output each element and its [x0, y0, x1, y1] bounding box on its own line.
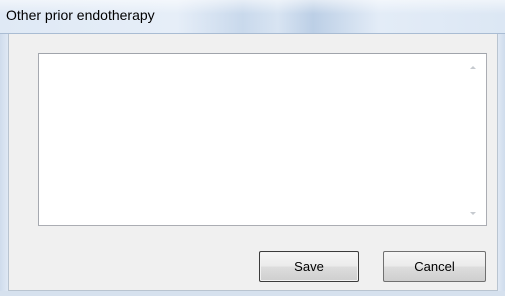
notes-textarea[interactable]	[38, 53, 487, 226]
title-bar[interactable]: Other prior endotherapy	[0, 0, 505, 34]
window-frame-left	[0, 34, 8, 296]
cancel-button[interactable]: Cancel	[383, 251, 486, 282]
scroll-down-arrow-icon[interactable]	[470, 212, 476, 215]
window-title: Other prior endotherapy	[6, 7, 155, 23]
window-frame-bottom	[0, 291, 505, 296]
save-button[interactable]: Save	[259, 251, 359, 282]
dialog-window: Other prior endotherapy Save Cancel	[0, 0, 505, 296]
scroll-up-arrow-icon[interactable]	[470, 66, 476, 69]
window-frame-right	[498, 34, 505, 296]
